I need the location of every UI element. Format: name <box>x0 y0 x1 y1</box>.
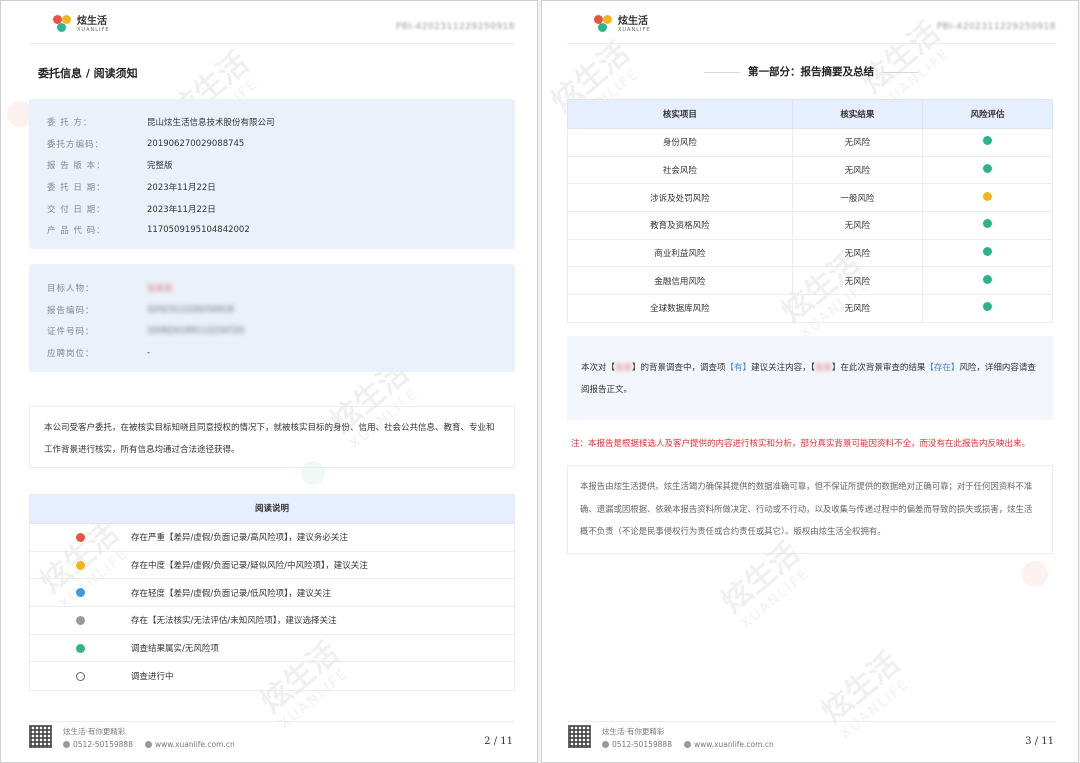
report-code: PBI-4202311229250918 <box>936 22 1056 32</box>
green-dot-icon <box>982 302 992 312</box>
green-dot-icon <box>982 164 992 174</box>
logo-icon <box>53 15 71 33</box>
red-dot-icon <box>76 532 85 542</box>
brand-logo: 炫生活 XUANLIFE <box>594 15 651 33</box>
redacted-name: 张某 <box>615 363 633 373</box>
footer-contact: 0512-50159888 www.xuanlife.com.cn <box>602 740 774 749</box>
legend-row: 调查进行中 <box>30 662 514 690</box>
column-header: 风险评估 <box>921 99 1054 129</box>
divider <box>29 43 515 44</box>
entrust-info-card: 委 托 方： 昆山炫生活信息技术股份有限公司 委托方编码： 201906270029… <box>29 99 515 249</box>
legend-row: 存在【无法核实/无法评估/未知风险项】，建议选择关注 <box>30 607 514 635</box>
info-row: 委托方编码： 201906270029088745 <box>47 138 245 150</box>
table-row: 全球数据库风险 无风险 <box>567 294 1054 323</box>
info-row: 报告编码： 4202311229250918 <box>47 304 234 316</box>
report-code: PBI-4202311229250918 <box>395 22 515 32</box>
redacted-value: 320624199112234720 <box>147 326 245 337</box>
globe-icon <box>144 741 152 748</box>
green-dot-icon <box>982 274 992 284</box>
qr-code-icon <box>568 725 591 748</box>
report-page-3: 炫生活XUANLIFE 炫生活XUANLIFE 炫生活XUANLIFE 炫生活X… <box>541 0 1079 763</box>
section-title: 委托信息 / 阅读须知 <box>38 67 138 80</box>
website-link[interactable]: www.xuanlife.com.cn <box>694 740 774 749</box>
qr-code-icon <box>29 725 52 748</box>
logo-icon <box>594 15 612 33</box>
table-header-row: 核实项目 核实结果 风险评估 <box>567 99 1054 129</box>
summary-box: 本次对【张某】的背景调查中，调查项【有】建议关注内容，【张某】在此次背景审查的结… <box>567 336 1053 420</box>
info-row: 目标人物： 张某某 <box>47 283 173 294</box>
blue-dot-icon <box>76 588 85 598</box>
info-row: 委 托 日 期： 2023年11月22日 <box>47 182 216 193</box>
watermark-dot <box>1022 561 1048 587</box>
summary-table: 核实项目 核实结果 风险评估 身份风险 无风险 社会风险 无风险 涉诉及处罚风险 一般… <box>567 99 1054 323</box>
part-title: 第一部分：报告摘要及总结 <box>542 64 1078 79</box>
info-row: 交 付 日 期： 2023年11月22日 <box>47 204 216 215</box>
legend-row: 调查结果属实/无风险项 <box>30 635 514 663</box>
warning-note: 注：本报告是根据候选人及客户提供的内容进行核实和分析，部分真实背景可能因资料不全… <box>571 439 1031 449</box>
column-header: 核实项目 <box>567 99 793 129</box>
report-page-2: 炫生活XUANLIFE 炫生活XUANLIFE 炫生活XUANLIFE 炫生活X… <box>0 0 538 763</box>
info-row: 应聘岗位： - <box>47 347 151 359</box>
phone-icon <box>602 741 609 748</box>
green-dot-icon <box>982 219 992 229</box>
legend-row: 存在轻度【差异/虚假/负面记录/低风险项】，建议关注 <box>30 579 514 608</box>
table-row: 身份风险 无风险 <box>567 128 1054 157</box>
footer-slogan: 炫生活·有你更精彩 <box>602 727 665 736</box>
legend-row: 存在严重【差异/虚假/负面记录/高风险项】，建议务必关注 <box>30 524 514 552</box>
page-number: 2 / 11 <box>484 736 513 747</box>
redacted-name: 张某某 <box>147 283 173 294</box>
divider <box>29 721 515 722</box>
info-row: 产 品 代 码： 1170509195104842002 <box>47 225 250 237</box>
hollow-circle-icon <box>76 671 85 681</box>
phone-icon <box>63 741 70 748</box>
legend-title: 阅读说明 <box>30 495 514 524</box>
table-row: 金融信用风险 无风险 <box>567 266 1054 296</box>
highlight-text: 【存在】 <box>925 363 960 373</box>
notice-text: 本公司受客户委托，在被核实目标知晓且同意授权的情况下，就被核实目标的身份、信用、… <box>29 406 515 468</box>
table-row: 教育及资格风险 无风险 <box>567 211 1054 240</box>
table-row: 涉诉及处罚风险 一般风险 <box>567 183 1054 213</box>
green-dot-icon <box>76 643 85 653</box>
globe-icon <box>683 741 691 748</box>
footer-slogan: 炫生活·有你更精彩 <box>63 727 126 736</box>
column-header: 核实结果 <box>791 99 923 129</box>
highlight-text: 【有】 <box>725 363 752 373</box>
yellow-dot-icon <box>982 191 992 201</box>
table-row: 社会风险 无风险 <box>567 155 1054 185</box>
info-row: 委 托 方： 昆山炫生活信息技术股份有限公司 <box>47 117 275 128</box>
page-number: 3 / 11 <box>1025 736 1054 747</box>
watermark: 炫生活XUANLIFE <box>815 645 913 743</box>
info-row: 证件号码： 320624199112234720 <box>47 326 245 338</box>
green-dot-icon <box>982 136 992 146</box>
yellow-dot-icon <box>76 560 85 570</box>
brand-logo: 炫生活 XUANLIFE <box>53 15 110 33</box>
reading-guide-table: 阅读说明 存在严重【差异/虚假/负面记录/高风险项】，建议务必关注 存在中度【差… <box>29 494 515 692</box>
disclaimer-text: 本报告由炫生活提供。炫生活竭力确保其提供的数据准确可靠，但不保证所提供的数据绝对… <box>567 465 1053 554</box>
green-dot-icon <box>982 247 992 257</box>
table-row: 商业利益风险 无风险 <box>567 238 1054 268</box>
website-link[interactable]: www.xuanlife.com.cn <box>155 740 235 749</box>
divider <box>567 43 1056 44</box>
divider <box>567 721 1056 722</box>
footer-contact: 0512-50159888 www.xuanlife.com.cn <box>63 740 235 749</box>
redacted-name: 张某 <box>814 363 832 373</box>
target-info-card: 目标人物： 张某某 报告编码： 4202311229250918 证件号码： 3206… <box>29 264 515 372</box>
legend-row: 存在中度【差异/虚假/负面记录/疑似风险/中风险项】，建议关注 <box>30 552 514 580</box>
redacted-value: 4202311229250918 <box>147 304 234 315</box>
gray-dot-icon <box>76 615 85 625</box>
info-row: 报 告 版 本： 完整版 <box>47 161 173 172</box>
